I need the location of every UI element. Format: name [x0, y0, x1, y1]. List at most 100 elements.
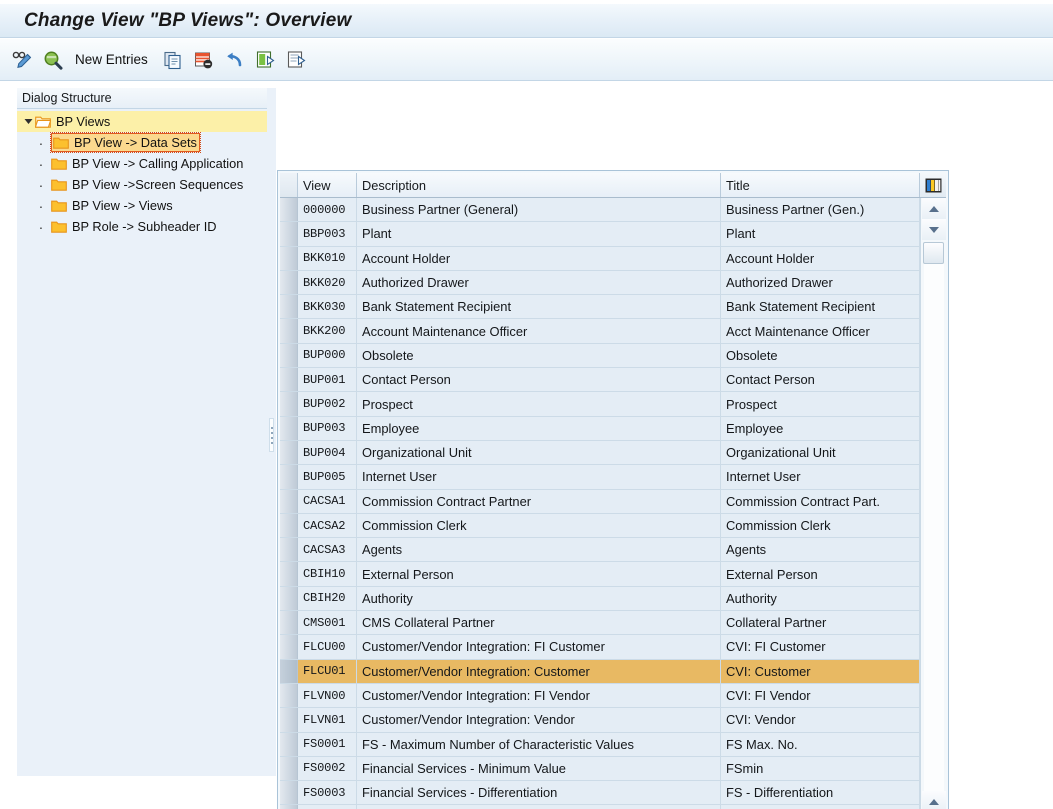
row-select-button[interactable]	[280, 489, 298, 513]
select-all-icon[interactable]	[253, 47, 279, 73]
cell-description[interactable]: Account Holder	[357, 246, 721, 270]
cell-view[interactable]: BKK020	[298, 270, 357, 295]
cell-title[interactable]: CVI: Customer	[721, 659, 920, 683]
table-row[interactable]: CBIH10 External Person External Person	[280, 562, 920, 587]
cell-view[interactable]: CBIH20	[298, 586, 357, 611]
cell-view[interactable]: BKK030	[298, 295, 357, 319]
cell-view[interactable]: FLCU00	[298, 635, 357, 659]
row-select-button[interactable]	[280, 781, 298, 805]
cell-description[interactable]: Customer/Vendor Integration: Customer	[357, 659, 721, 683]
cell-title[interactable]: CVI: FI Customer	[721, 635, 920, 659]
cell-title[interactable]: Collateral Partner	[721, 611, 920, 635]
cell-view[interactable]: BUP002	[298, 392, 357, 416]
cell-view[interactable]: CACSA2	[298, 513, 357, 538]
cell-view[interactable]: BUP000	[298, 343, 357, 368]
cell-description[interactable]: Customer/Vendor Integration: FI Customer	[357, 635, 721, 659]
cell-description[interactable]: Account Maintenance Officer	[357, 319, 721, 343]
cell-description[interactable]: Commission Contract Partner	[357, 489, 721, 513]
tree-node-bp-views[interactable]: BP Views	[17, 111, 267, 132]
delete-icon[interactable]	[191, 47, 217, 73]
table-row[interactable]: CMS001 CMS Collateral Partner Collateral P…	[280, 611, 920, 636]
cell-view[interactable]: 000000	[298, 198, 357, 222]
cell-description[interactable]: Agents	[357, 538, 721, 562]
table-row[interactable]: BUP002 Prospect Prospect	[280, 392, 920, 417]
table-row[interactable]: BUP005 Internet User Internet User	[280, 465, 920, 490]
cell-view[interactable]: BUP004	[298, 440, 357, 465]
row-select-button[interactable]	[280, 343, 298, 368]
scroll-page-up-button[interactable]	[921, 791, 946, 809]
cell-title[interactable]: CVI: FI Vendor	[721, 683, 920, 708]
table-row[interactable]: FS0001 FS - Maximum Number of Characteris…	[280, 732, 920, 757]
cell-description[interactable]: Contact Person	[357, 368, 721, 392]
cell-view[interactable]: BUP003	[298, 416, 357, 440]
table-row[interactable]: CACSA2 Commission Clerk Commission Clerk	[280, 513, 920, 539]
cell-view[interactable]: FLVN01	[298, 708, 357, 732]
cell-description[interactable]: Authorized Drawer	[357, 270, 721, 295]
cell-title[interactable]: FS - Company Code	[721, 805, 920, 809]
cell-description[interactable]: Employee	[357, 416, 721, 440]
scrollbar-thumb[interactable]	[923, 242, 944, 264]
cell-view[interactable]: BKK010	[298, 246, 357, 270]
cell-title[interactable]: FS - Differentiation	[721, 781, 920, 805]
table-row[interactable]: CACSA3 Agents Agents	[280, 538, 920, 563]
cell-title[interactable]: FS Max. No.	[721, 732, 920, 756]
column-header-view[interactable]: View	[298, 173, 357, 197]
cell-view[interactable]: FS0002	[298, 756, 357, 781]
new-entries-button[interactable]: New Entries	[71, 52, 155, 67]
scrollbar-track[interactable]	[923, 264, 944, 791]
cell-title[interactable]: Obsolete	[721, 343, 920, 368]
display-change-icon[interactable]	[9, 47, 35, 73]
cell-view[interactable]: CACSA3	[298, 538, 357, 562]
row-select-button[interactable]	[280, 659, 298, 683]
cell-description[interactable]: Obsolete	[357, 343, 721, 368]
row-select-button[interactable]	[280, 465, 298, 489]
vertical-scrollbar[interactable]	[920, 198, 946, 809]
row-select-button[interactable]	[280, 416, 298, 440]
cell-title[interactable]: Prospect	[721, 392, 920, 416]
cell-description[interactable]: Business Partner (General)	[357, 198, 721, 222]
cell-title[interactable]: Business Partner (Gen.)	[721, 198, 920, 222]
cell-title[interactable]: Contact Person	[721, 368, 920, 392]
cell-title[interactable]: Acct Maintenance Officer	[721, 319, 920, 343]
cell-view[interactable]: CBIH10	[298, 562, 357, 586]
cell-title[interactable]: Commission Clerk	[721, 513, 920, 538]
cell-title[interactable]: Plant	[721, 222, 920, 246]
row-select-button[interactable]	[280, 319, 298, 343]
cell-description[interactable]: Internet User	[357, 465, 721, 489]
tree-item-bp-view-data-sets[interactable]: · BP View -> Data Sets	[17, 132, 267, 153]
row-select-button[interactable]	[280, 246, 298, 270]
cell-view[interactable]: FS0001	[298, 732, 357, 756]
row-select-button[interactable]	[280, 270, 298, 295]
cell-description[interactable]: Bank Statement Recipient	[357, 295, 721, 319]
undo-icon[interactable]	[222, 47, 248, 73]
cell-description[interactable]: Customer/Vendor Integration: FI Vendor	[357, 683, 721, 708]
column-header-title[interactable]: Title	[721, 173, 920, 197]
cell-view[interactable]: FS0003	[298, 781, 357, 805]
table-row[interactable]: BKK020 Authorized Drawer Authorized Drawer	[280, 270, 920, 296]
table-row[interactable]: FS0003 Financial Services - Differentiati…	[280, 781, 920, 806]
cell-title[interactable]: FSmin	[721, 756, 920, 781]
row-select-button[interactable]	[280, 562, 298, 586]
cell-description[interactable]: Organizational Unit	[357, 440, 721, 465]
table-row[interactable]: BKK200 Account Maintenance Officer Acct Ma…	[280, 319, 920, 344]
row-select-button[interactable]	[280, 611, 298, 635]
splitter-grip[interactable]	[269, 418, 274, 452]
row-select-button[interactable]	[280, 368, 298, 392]
row-select-button[interactable]	[280, 198, 298, 222]
cell-view[interactable]: BKK200	[298, 319, 357, 343]
table-row[interactable]: FLVN01 Customer/Vendor Integration: Vendo…	[280, 708, 920, 733]
row-select-button[interactable]	[280, 222, 298, 246]
cell-title[interactable]: Agents	[721, 538, 920, 562]
cell-title[interactable]: Authority	[721, 586, 920, 611]
row-select-button[interactable]	[280, 392, 298, 416]
table-row[interactable]: BUP003 Employee Employee	[280, 416, 920, 441]
cell-description[interactable]: Prospect	[357, 392, 721, 416]
row-select-button[interactable]	[280, 295, 298, 319]
scroll-up-button[interactable]	[921, 198, 946, 219]
table-row[interactable]: BUP001 Contact Person Contact Person	[280, 368, 920, 393]
table-row[interactable]: CBIH20 Authority Authority	[280, 586, 920, 612]
cell-view[interactable]: FS0004	[298, 805, 357, 809]
row-select-button[interactable]	[280, 732, 298, 756]
cell-description[interactable]: Plant	[357, 222, 721, 246]
row-select-button[interactable]	[280, 756, 298, 781]
